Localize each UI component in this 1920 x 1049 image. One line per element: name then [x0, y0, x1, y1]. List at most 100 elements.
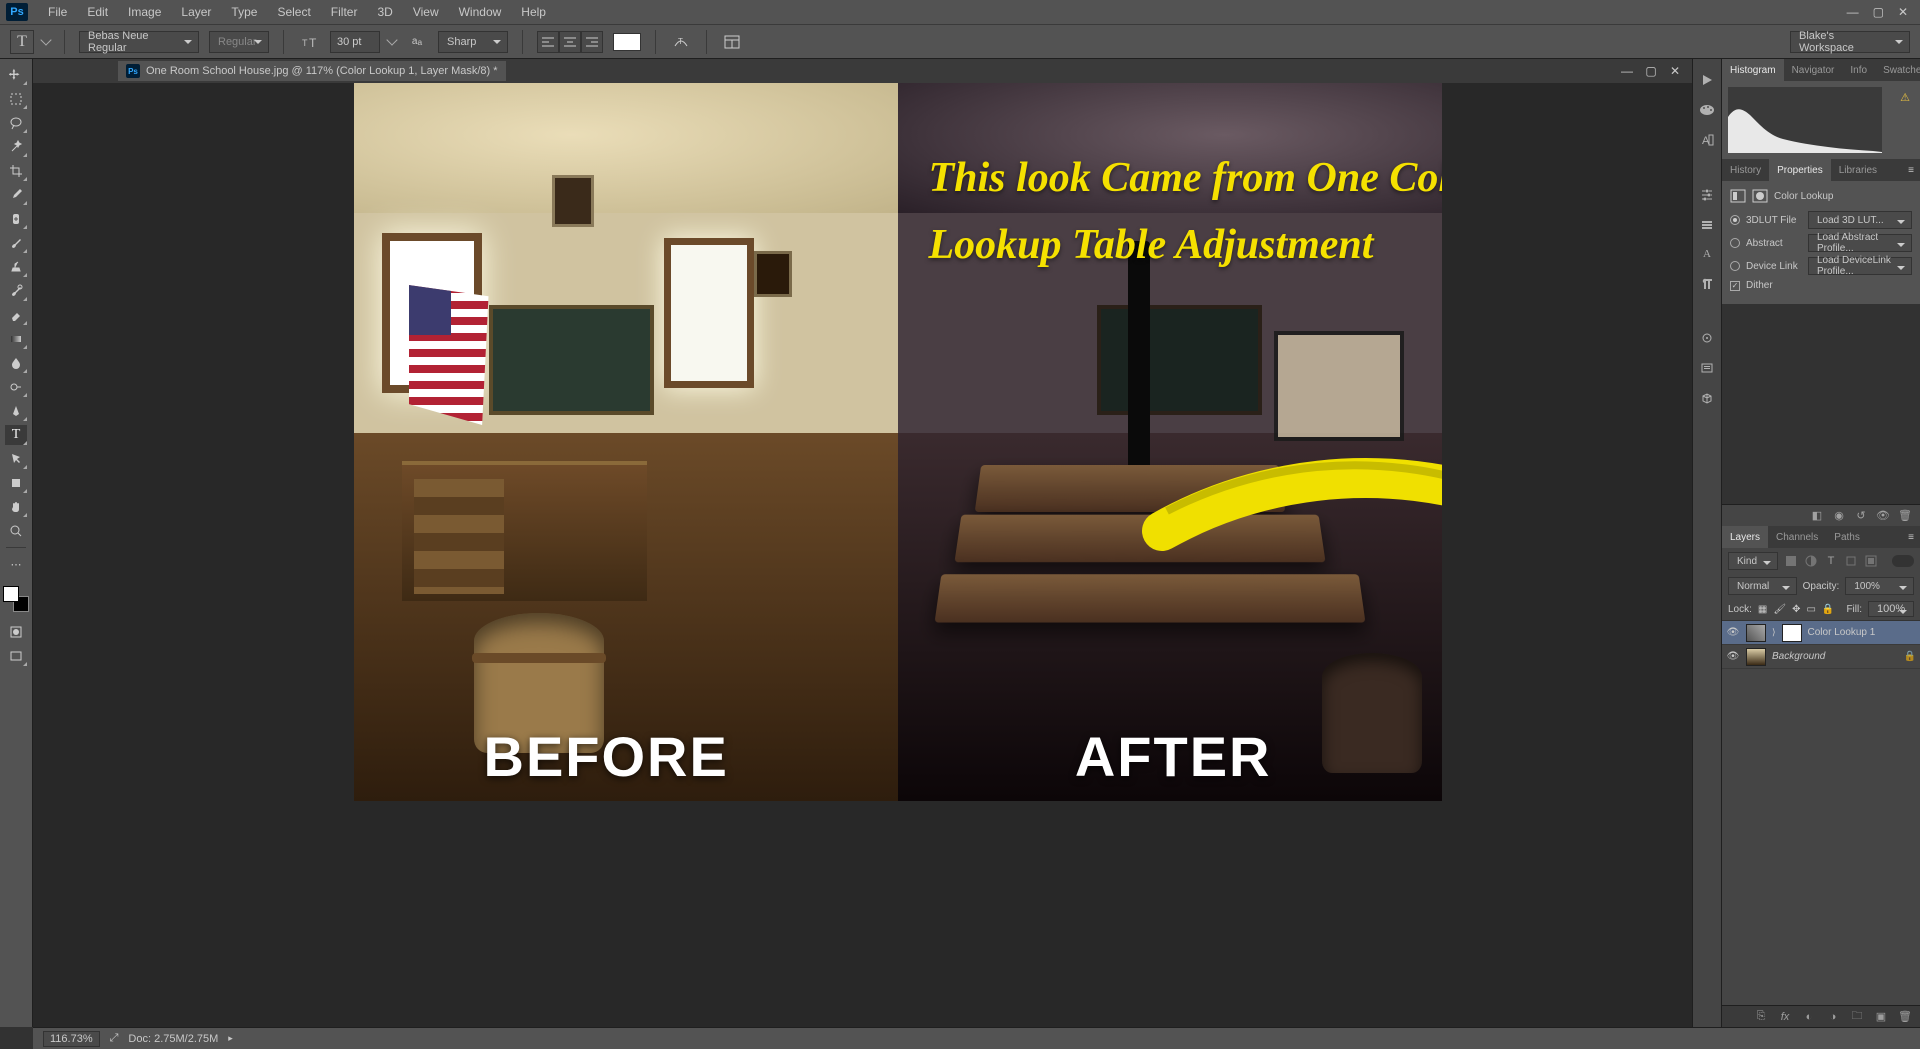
align-right-button[interactable] — [581, 31, 603, 53]
abstract-dropdown[interactable]: Load Abstract Profile... — [1808, 234, 1912, 252]
hand-tool[interactable] — [5, 497, 27, 517]
character-panel-button[interactable] — [721, 31, 743, 53]
window-close-button[interactable]: ✕ — [1898, 5, 1908, 19]
pen-tool[interactable] — [5, 401, 27, 421]
crop-tool[interactable] — [5, 161, 27, 181]
view-previous-button[interactable]: ◉ — [1832, 509, 1846, 523]
character-icon[interactable]: A — [1698, 131, 1716, 149]
lasso-tool[interactable] — [5, 113, 27, 133]
link-layers-button[interactable]: ⎘ — [1754, 1010, 1768, 1024]
paragraph-icon[interactable] — [1698, 275, 1716, 293]
eraser-tool[interactable] — [5, 305, 27, 325]
align-center-button[interactable] — [559, 31, 581, 53]
magic-wand-tool[interactable] — [5, 137, 27, 157]
color-wells[interactable] — [3, 586, 29, 612]
brushes-icon[interactable] — [1698, 329, 1716, 347]
filter-shape-icon[interactable] — [1844, 554, 1858, 568]
warp-text-button[interactable]: T — [670, 31, 692, 53]
zoom-tool[interactable] — [5, 521, 27, 541]
doc-maximize-button[interactable]: ▢ — [1644, 64, 1658, 78]
menu-filter[interactable]: Filter — [321, 5, 368, 19]
clip-to-layer-button[interactable]: ◧ — [1810, 509, 1824, 523]
tab-libraries[interactable]: Libraries — [1831, 159, 1885, 181]
menu-file[interactable]: File — [38, 5, 77, 19]
zoom-percentage[interactable]: 116.73% — [43, 1031, 100, 1047]
healing-brush-tool[interactable] — [5, 209, 27, 229]
marquee-tool[interactable] — [5, 89, 27, 109]
quick-mask-button[interactable] — [5, 622, 27, 642]
lock-position-button[interactable]: ✥ — [1792, 604, 1800, 615]
doc-minimize-button[interactable]: — — [1620, 64, 1634, 78]
workspace-dropdown[interactable]: Blake's Workspace — [1790, 31, 1910, 53]
tab-history[interactable]: History — [1722, 159, 1769, 181]
dither-checkbox[interactable]: ✓ — [1730, 281, 1740, 291]
type-panel-icon[interactable]: A — [1698, 245, 1716, 263]
layer-visibility-toggle[interactable]: 👁 — [1726, 651, 1740, 662]
tab-navigator[interactable]: Navigator — [1784, 59, 1843, 81]
devicelink-radio[interactable] — [1730, 261, 1740, 271]
menu-type[interactable]: Type — [221, 5, 267, 19]
layers-collapsed-icon[interactable] — [1698, 215, 1716, 233]
lock-all-button[interactable]: 🔒 — [1822, 604, 1834, 615]
fill-input[interactable]: 100% — [1868, 601, 1914, 617]
tool-preset-picker[interactable] — [40, 34, 51, 45]
lock-pixels-button[interactable]: 🖌 — [1773, 604, 1786, 615]
blend-mode-dropdown[interactable]: Normal — [1728, 577, 1797, 595]
lock-artboard-button[interactable]: ▭ — [1806, 604, 1815, 615]
filter-smart-icon[interactable] — [1864, 554, 1878, 568]
expand-status-icon[interactable]: ⤢ — [110, 1032, 119, 1045]
font-size-input[interactable] — [330, 31, 380, 53]
doc-close-button[interactable]: ✕ — [1668, 64, 1682, 78]
dodge-tool[interactable] — [5, 377, 27, 397]
font-family-dropdown[interactable]: Bebas Neue Regular — [79, 31, 199, 53]
play-icon[interactable] — [1698, 71, 1716, 89]
layer-color-lookup-1[interactable]: 👁 ⟩ Color Lookup 1 — [1722, 621, 1920, 645]
menu-edit[interactable]: Edit — [77, 5, 118, 19]
clone-stamp-tool[interactable] — [5, 257, 27, 277]
adjustments-icon[interactable] — [1698, 185, 1716, 203]
edit-toolbar-button[interactable]: ⋯ — [5, 554, 27, 574]
active-tool-indicator[interactable]: T — [10, 30, 34, 54]
layer-name[interactable]: Color Lookup 1 — [1808, 627, 1876, 638]
tab-swatches[interactable]: Swatches — [1875, 59, 1920, 81]
tab-channels[interactable]: Channels — [1768, 526, 1826, 548]
menu-help[interactable]: Help — [511, 5, 556, 19]
doc-size-info[interactable]: Doc: 2.75M/2.75M — [128, 1033, 218, 1045]
opacity-input[interactable]: 100% — [1845, 577, 1914, 595]
gradient-tool[interactable] — [5, 329, 27, 349]
new-layer-button[interactable]: ▣ — [1874, 1010, 1888, 1024]
abstract-radio[interactable] — [1730, 238, 1740, 248]
blur-tool[interactable] — [5, 353, 27, 373]
foreground-color[interactable] — [3, 586, 19, 602]
layer-filter-kind-dropdown[interactable]: Kind — [1728, 552, 1778, 570]
palette-icon[interactable] — [1698, 101, 1716, 119]
menu-3d[interactable]: 3D — [367, 5, 402, 19]
layer-name[interactable]: Background — [1772, 651, 1825, 662]
font-size-dropdown-arrow[interactable] — [386, 34, 397, 45]
font-style-dropdown[interactable]: Regular — [209, 31, 269, 53]
filter-adjustment-icon[interactable] — [1804, 554, 1818, 568]
mask-icon[interactable] — [1752, 189, 1768, 203]
menu-image[interactable]: Image — [118, 5, 171, 19]
layers-panel-menu[interactable]: ≡ — [1902, 532, 1920, 543]
text-color-swatch[interactable] — [613, 33, 641, 51]
align-left-button[interactable] — [537, 31, 559, 53]
layer-background[interactable]: 👁 Background 🔒 — [1722, 645, 1920, 669]
reset-button[interactable]: ↺ — [1854, 509, 1868, 523]
shape-tool[interactable] — [5, 473, 27, 493]
antialias-dropdown[interactable]: Sharp — [438, 31, 508, 53]
layer-mask-thumb[interactable] — [1782, 624, 1802, 642]
toggle-visibility-button[interactable]: 👁 — [1876, 509, 1890, 523]
3d-icon[interactable] — [1698, 389, 1716, 407]
lut-radio[interactable] — [1730, 215, 1740, 225]
path-selection-tool[interactable] — [5, 449, 27, 469]
layer-style-button[interactable]: fx — [1778, 1010, 1792, 1024]
adjustment-thumb[interactable] — [1746, 624, 1766, 642]
brush-tool[interactable] — [5, 233, 27, 253]
adjustment-layer-button[interactable]: ◑ — [1826, 1010, 1840, 1024]
delete-adjustment-button[interactable]: 🗑 — [1898, 509, 1912, 523]
layer-thumb[interactable] — [1746, 648, 1766, 666]
filter-pixel-icon[interactable] — [1784, 554, 1798, 568]
document-tab[interactable]: Ps One Room School House.jpg @ 117% (Col… — [118, 61, 506, 81]
devicelink-dropdown[interactable]: Load DeviceLink Profile... — [1808, 257, 1912, 275]
